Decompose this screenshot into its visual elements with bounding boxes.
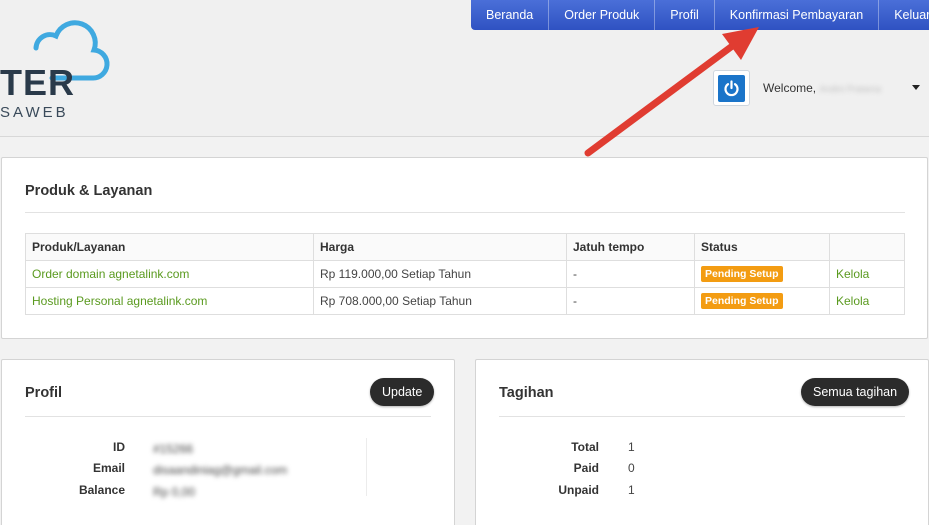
product-link[interactable]: Order domain agnetalink.com (25, 260, 314, 288)
power-button[interactable] (713, 70, 750, 106)
all-invoices-button[interactable]: Semua tagihan (801, 378, 910, 406)
billing-unpaid-label: Unpaid (558, 483, 599, 497)
nav-keluar[interactable]: Keluar (879, 0, 929, 30)
manage-link[interactable]: Kelola (829, 287, 905, 315)
profile-id-value: #15266 (153, 442, 194, 456)
profile-email-value: disaandiniag@gmail.com (153, 463, 288, 477)
welcome-label: Welcome, (763, 81, 817, 95)
column-header: Jatuh tempo (566, 233, 695, 261)
chevron-down-icon[interactable] (912, 85, 920, 90)
product-link[interactable]: Hosting Personal agnetalink.com (25, 287, 314, 315)
billing-title-divider (499, 416, 905, 417)
product-status-cell: Pending Setup (694, 287, 830, 315)
table-header-row: Produk/Layanan Harga Jatuh tempo Status (25, 233, 905, 261)
product-due: - (566, 260, 695, 288)
column-header (829, 233, 905, 261)
billing-total-value: 1 (628, 440, 635, 454)
nav-beranda[interactable]: Beranda (471, 0, 550, 30)
nav-konfirmasi-pembayaran[interactable]: Konfirmasi Pembayaran (715, 0, 880, 30)
billing-paid-label: Paid (573, 461, 599, 475)
update-button[interactable]: Update (370, 378, 435, 406)
nav-profil[interactable]: Profil (655, 0, 715, 30)
status-badge: Pending Setup (701, 266, 783, 282)
products-title: Produk & Layanan (25, 183, 153, 199)
power-icon (718, 74, 745, 102)
billing-total-label: Total (571, 440, 599, 454)
profile-email-label: Email (92, 461, 125, 475)
profile-balance-value: Rp 0,00 (153, 485, 196, 499)
nav-order-produk[interactable]: Order Produk (549, 0, 656, 30)
profile-title-divider (25, 416, 431, 417)
logo-text: TER (0, 62, 75, 103)
profile-balance-label: Balance (78, 483, 125, 497)
billing-paid-value: 0 (628, 461, 635, 475)
logo-subtext: SAWEB (0, 104, 69, 121)
top-navigation: Beranda Order Produk Profil Konfirmasi P… (471, 0, 929, 30)
page-header: TER SAWEB Beranda Order Produk Profil Ko… (0, 0, 929, 137)
profile-id-label: ID (113, 440, 125, 454)
welcome-text: Welcome, Andini Pratama (763, 81, 881, 95)
column-header: Harga (313, 233, 567, 261)
product-price: Rp 708.000,00 Setiap Tahun (313, 287, 567, 315)
billing-title: Tagihan (499, 385, 554, 401)
profile-column-divider (366, 438, 367, 496)
column-header: Produk/Layanan (25, 233, 314, 261)
table-row: Hosting Personal agnetalink.com Rp 708.0… (25, 287, 905, 315)
manage-link[interactable]: Kelola (829, 260, 905, 288)
product-status-cell: Pending Setup (694, 260, 830, 288)
column-header: Status (694, 233, 830, 261)
site-logo[interactable]: TER SAWEB (0, 18, 110, 121)
product-due: - (566, 287, 695, 315)
status-badge: Pending Setup (701, 293, 783, 309)
profile-title: Profil (25, 385, 63, 401)
product-price: Rp 119.000,00 Setiap Tahun (313, 260, 567, 288)
user-name: Andini Pratama (819, 84, 882, 94)
products-title-divider (25, 212, 905, 213)
table-row: Order domain agnetalink.com Rp 119.000,0… (25, 260, 905, 288)
billing-unpaid-value: 1 (628, 483, 635, 497)
products-table: Produk/Layanan Harga Jatuh tempo Status … (25, 233, 905, 315)
